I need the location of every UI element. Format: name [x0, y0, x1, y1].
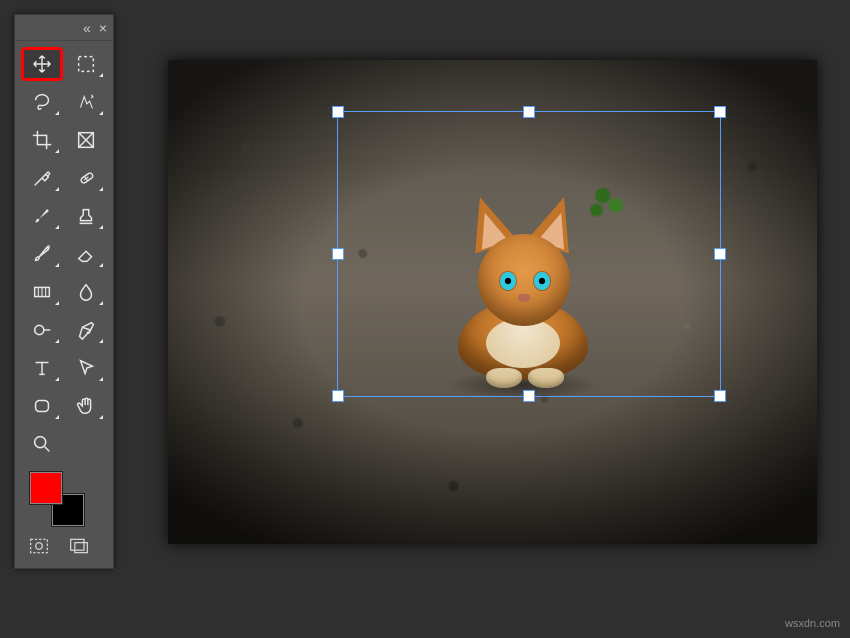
- crop-tool[interactable]: [23, 125, 61, 155]
- transform-handle-nw[interactable]: [332, 106, 344, 118]
- dodge-tool[interactable]: [23, 315, 61, 345]
- zoom-tool[interactable]: [23, 429, 61, 459]
- color-swatches: [29, 471, 113, 531]
- hand-tool[interactable]: [67, 391, 105, 421]
- document-canvas[interactable]: [168, 60, 817, 544]
- transform-handle-se[interactable]: [714, 390, 726, 402]
- frame-tool[interactable]: [67, 125, 105, 155]
- watermark-text: wsxdn.com: [785, 618, 840, 630]
- transform-handle-s[interactable]: [523, 390, 535, 402]
- kitten-subject: [438, 190, 608, 390]
- move-tool[interactable]: [23, 49, 61, 79]
- eyedropper-tool[interactable]: [23, 163, 61, 193]
- transform-handle-n[interactable]: [523, 106, 535, 118]
- tools-panel-footer: [15, 535, 113, 560]
- tools-panel-header: « ×: [15, 15, 113, 41]
- eraser-tool[interactable]: [67, 239, 105, 269]
- canvas-image: [168, 60, 817, 544]
- type-tool[interactable]: [23, 353, 61, 383]
- quick-select-tool[interactable]: [67, 87, 105, 117]
- collapse-icon[interactable]: «: [83, 20, 91, 36]
- brush-tool[interactable]: [23, 201, 61, 231]
- transform-handle-e[interactable]: [714, 248, 726, 260]
- transform-handle-ne[interactable]: [714, 106, 726, 118]
- close-icon[interactable]: ×: [99, 20, 107, 36]
- history-brush-tool[interactable]: [23, 239, 61, 269]
- marquee-tool[interactable]: [67, 49, 105, 79]
- foreground-color-swatch[interactable]: [29, 471, 63, 505]
- pen-tool[interactable]: [67, 315, 105, 345]
- transform-handle-w[interactable]: [332, 248, 344, 260]
- quick-mask-icon[interactable]: [29, 537, 49, 560]
- blur-tool[interactable]: [67, 277, 105, 307]
- path-select-tool[interactable]: [67, 353, 105, 383]
- gradient-tool[interactable]: [23, 277, 61, 307]
- transform-handle-sw[interactable]: [332, 390, 344, 402]
- healing-tool[interactable]: [67, 163, 105, 193]
- shape-tool[interactable]: [23, 391, 61, 421]
- tools-panel: « ×: [14, 14, 114, 569]
- screen-mode-icon[interactable]: [69, 537, 89, 560]
- lasso-tool[interactable]: [23, 87, 61, 117]
- stamp-tool[interactable]: [67, 201, 105, 231]
- tool-grid: [15, 41, 113, 465]
